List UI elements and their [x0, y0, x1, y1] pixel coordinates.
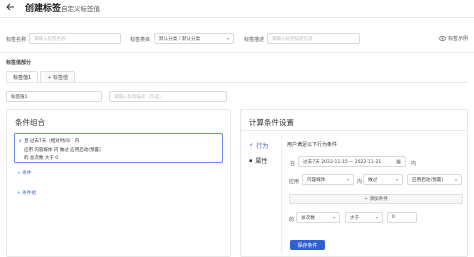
- operator-select[interactable]: 大于 ▾: [345, 212, 383, 223]
- page-header: 创建标签 自定义标签值: [0, 0, 474, 14]
- eye-icon: [439, 36, 446, 41]
- calendar-icon: ▦: [396, 158, 401, 165]
- tag-desc-input[interactable]: 请输入标签描述信息: [267, 33, 360, 44]
- tag-example-link[interactable]: 标签示例: [439, 35, 468, 42]
- intro-text: 用户满足以下行为条件: [287, 142, 338, 148]
- chevron-down-icon: ▾: [226, 36, 229, 41]
- calc-settings-divider: [241, 130, 467, 131]
- tag-category-label: 标签类目: [130, 37, 151, 43]
- app-select[interactable]: 内容媒体 ▾: [302, 174, 354, 185]
- chevron-down-icon: ▾: [454, 177, 457, 182]
- tabs-divider: [6, 82, 468, 83]
- condition-time: 且 过去7天（相对时间） 内: [24, 139, 80, 144]
- form-divider: [0, 52, 474, 53]
- side-tab-action[interactable]: ⚡ 行为: [249, 141, 268, 150]
- condition-group[interactable]: ⚡ 且 过去7天（相对时间） 内 应用 内容媒体 内 做过 应用启动(预置) 的…: [14, 133, 223, 163]
- attribute-icon: ▪: [249, 157, 253, 164]
- chevron-down-icon: ▾: [346, 177, 349, 182]
- add-condition-group-button[interactable]: + 条件组: [17, 190, 36, 196]
- metric-select[interactable]: 总次数 ▾: [296, 212, 340, 223]
- time-range-picker[interactable]: 过去7天 2022-11-15 ~ 2022-11-21 ▦: [298, 156, 406, 167]
- app-in: 内: [357, 179, 363, 185]
- tab-value-1[interactable]: 标签值1: [6, 71, 39, 82]
- action-icon: ⚡: [18, 138, 23, 145]
- values-section-title: 标签值部分: [6, 60, 32, 66]
- time-suffix: 内: [411, 161, 417, 167]
- value-desc-input[interactable]: 请输入标签描述（可选）: [109, 91, 227, 102]
- side-divider: [281, 136, 282, 254]
- chevron-down-icon: ▾: [395, 177, 398, 182]
- tag-desc-label: 标签描述: [244, 37, 265, 43]
- app-prefix: 应用: [289, 179, 300, 185]
- tab-add-value[interactable]: + 标签值: [40, 71, 75, 82]
- page-title: 创建标签: [25, 4, 62, 14]
- page-subtitle: 自定义标签值: [61, 5, 100, 13]
- chevron-down-icon: ▾: [332, 215, 335, 220]
- tag-category-select[interactable]: 默认分类 / 默认分类 ▾: [154, 33, 234, 44]
- value-name-input[interactable]: 标签值1: [6, 91, 102, 102]
- time-prefix: 在: [290, 161, 296, 167]
- did-select[interactable]: 做过 ▾: [363, 174, 403, 185]
- action-icon: ⚡: [249, 142, 254, 149]
- event-select[interactable]: 应用启动(预置) ▾: [407, 174, 462, 185]
- header-divider: [0, 17, 474, 18]
- add-filter-button[interactable]: + 添加条件: [289, 194, 463, 204]
- add-condition-button[interactable]: + 条件: [17, 170, 32, 176]
- threshold-input[interactable]: 0: [387, 212, 417, 223]
- condition-event: 应用 内容媒体 内 做过 应用启动(预置): [24, 148, 101, 153]
- side-tab-attribute[interactable]: ▪ 属性: [249, 156, 267, 166]
- condition-combination-title: 条件组合: [15, 118, 45, 127]
- tag-name-input[interactable]: 请输入标签名称: [29, 33, 121, 44]
- tag-name-label: 标签名称: [6, 37, 27, 43]
- calc-settings-title: 计算条件设置: [249, 118, 294, 127]
- save-condition-button[interactable]: 保存条件: [290, 240, 325, 250]
- arrow-left-icon[interactable]: [6, 3, 15, 13]
- condition-combination-panel: [6, 109, 231, 257]
- chevron-down-icon: ▾: [375, 215, 378, 220]
- metric-prefix: 的: [289, 217, 295, 223]
- condition-metric: 的 总次数 大于 0: [24, 156, 59, 161]
